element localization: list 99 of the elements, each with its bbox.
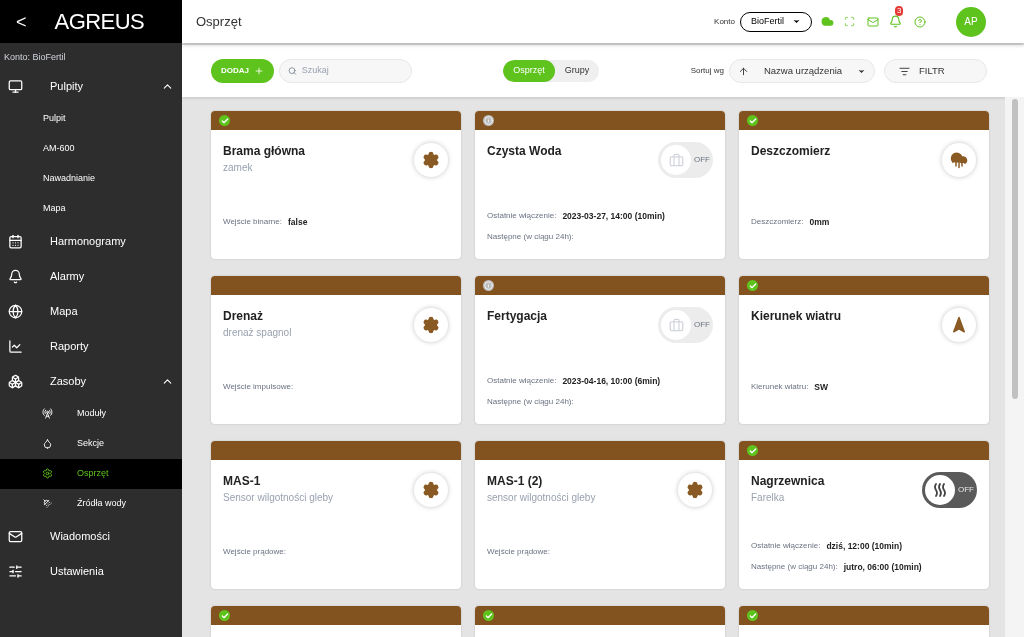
nav-subitem[interactable]: Pulpit — [0, 103, 182, 134]
card-title: Deszczomierz — [751, 143, 831, 160]
boxes-icon — [8, 373, 23, 389]
device-card[interactable]: Deszczomierz Deszczomierz: 0mm — [739, 111, 989, 259]
field-value: 0mm — [809, 216, 830, 229]
gear-icon — [686, 481, 704, 499]
gear-icon — [422, 151, 440, 169]
notification-badge: 3 — [895, 6, 904, 16]
account-label: Konto — [714, 15, 735, 28]
device-card[interactable]: MAS-1 Sensor wilgotności gleby Wejście prądowe: — [211, 441, 461, 589]
bell-icon — [8, 268, 23, 284]
gear-icon — [422, 481, 440, 499]
nav-item[interactable]: Zasoby — [0, 363, 182, 399]
search-icon — [288, 66, 297, 76]
nav-item[interactable]: Alarmy — [0, 258, 182, 294]
rain-cloud-icon — [941, 142, 977, 178]
field-label: Wejście binarne: — [223, 216, 282, 229]
page-title: Osprzęt — [196, 12, 243, 31]
field-label: Następne (w ciągu 24h): — [751, 561, 838, 574]
gear-icon — [42, 468, 53, 479]
field-label: Wejście impulsowe: — [223, 381, 294, 393]
filter-button[interactable]: FILTR — [884, 59, 987, 83]
card-title: Kierunek wiatru — [751, 308, 842, 325]
nav-item[interactable]: Raporty — [0, 328, 182, 364]
card-title: Fertygacja — [487, 308, 548, 325]
field-label: Następne (w ciągu 24h): — [487, 230, 574, 243]
field-value: jutro, 06:00 (10min) — [843, 560, 922, 574]
card-title: Nagrzewnica — [751, 473, 825, 490]
nav-subitem[interactable]: AM-600 — [0, 133, 182, 164]
card-title: Brama główna — [223, 143, 306, 160]
field-label: Ostatnie włączenie: — [487, 210, 557, 223]
device-card[interactable]: Nagrzewnica Farelka OFF Ostatnie włączenie: dziś, 12:00 (10min) Następne (w ciągu 24h): jutro, 06:00 (10min) — [739, 441, 989, 589]
settings-button[interactable] — [413, 472, 449, 508]
calendar-icon — [8, 233, 23, 249]
logo: AGREUS — [54, 8, 145, 36]
field-value: SW — [814, 381, 829, 394]
nav-item[interactable]: Harmonogramy — [0, 223, 182, 259]
card-subtitle: Farelka — [751, 491, 786, 505]
gear-icon — [422, 316, 440, 334]
device-card[interactable]: Drenaż drenaż spagnol Wejście impulsowe: — [211, 276, 461, 424]
view-tab[interactable]: Grupy — [554, 60, 600, 82]
nav-item[interactable]: Ustawienia — [0, 553, 182, 589]
card-subtitle: sensor wilgotności gleby — [487, 491, 596, 505]
nav-item[interactable]: Wiadomości — [0, 518, 182, 554]
arrow-up-icon — [738, 65, 749, 77]
sort-dropdown[interactable]: Nazwa urządzenia — [729, 59, 875, 83]
field-label: Wejście prądowe: — [223, 546, 286, 558]
filter-icon — [899, 65, 910, 77]
search-field[interactable]: Szukaj — [279, 59, 412, 83]
toggle-switch[interactable]: OFF — [922, 472, 977, 508]
settings-button[interactable] — [413, 307, 449, 343]
device-card[interactable]: Kierunek wiatru Kierunek wiatru: SW — [739, 276, 989, 424]
nav-subitem[interactable]: Nawadnianie — [0, 163, 182, 194]
mail-icon — [8, 528, 23, 544]
nav-subitem[interactable]: Sekcje — [0, 428, 182, 459]
bell-icon[interactable] — [889, 15, 902, 28]
caret-icon — [792, 17, 801, 26]
back-button[interactable]: < — [12, 7, 31, 36]
nav-subitem[interactable]: Źródła wody — [0, 488, 182, 519]
heat-waves-icon — [933, 482, 947, 498]
nav-item[interactable]: Pulpity — [0, 68, 182, 104]
field-value: false — [288, 216, 308, 229]
card-subtitle: zamek — [223, 161, 254, 175]
settings-button[interactable] — [677, 472, 713, 508]
field-label: Wejście prądowe: — [487, 546, 550, 558]
field-value: dziś, 12:00 (10min) — [826, 540, 902, 553]
briefcase-icon — [668, 152, 684, 168]
card-title: MAS-1 — [223, 473, 262, 490]
settings-button[interactable] — [413, 142, 449, 178]
field-label: Ostatnie włączenie: — [487, 375, 557, 388]
card-title: Czysta Woda — [487, 143, 562, 160]
nav-subitem[interactable]: Moduły — [0, 398, 182, 429]
field-label: Ostatnie włączenie: — [751, 540, 821, 553]
plus-icon — [254, 66, 264, 76]
card-subtitle: Sensor wilgotności gleby — [223, 491, 334, 505]
account-label: Konto: BioFertil — [3, 51, 67, 64]
globe-icon — [8, 303, 23, 319]
card-title: MAS-1 (2) — [487, 473, 544, 490]
field-label: Następne (w ciągu 24h): — [487, 395, 574, 408]
droplet-icon — [42, 438, 53, 449]
nav-subitem[interactable]: Osprzęt — [0, 458, 182, 489]
monitor-icon — [8, 78, 23, 94]
nav-subitem[interactable]: Mapa — [0, 193, 182, 224]
scrollbar[interactable] — [1005, 97, 1024, 637]
card-subtitle: drenaż spagnol — [223, 326, 292, 340]
field-value: 2023-04-16, 10:00 (6min) — [562, 375, 661, 388]
nav-item[interactable]: Mapa — [0, 293, 182, 329]
sort-label: Sortuj wg — [690, 65, 724, 77]
field-value: 2023-03-27, 14:00 (10min) — [562, 210, 665, 223]
sliders-icon — [8, 563, 23, 579]
device-card[interactable]: Brama główna zamek Wejście binarne: false — [211, 111, 461, 259]
antenna-icon — [42, 408, 53, 419]
device-card[interactable]: MAS-1 (2) sensor wilgotności gleby Wejście prądowe: — [475, 441, 725, 589]
chart-icon — [8, 338, 23, 354]
briefcase-icon — [668, 317, 684, 333]
card-title: Drenaż — [223, 308, 264, 325]
search-input[interactable]: Szukaj — [301, 64, 403, 78]
field-label: Deszczomierz: — [751, 216, 804, 229]
field-label: Kierunek wiatru: — [751, 381, 809, 394]
